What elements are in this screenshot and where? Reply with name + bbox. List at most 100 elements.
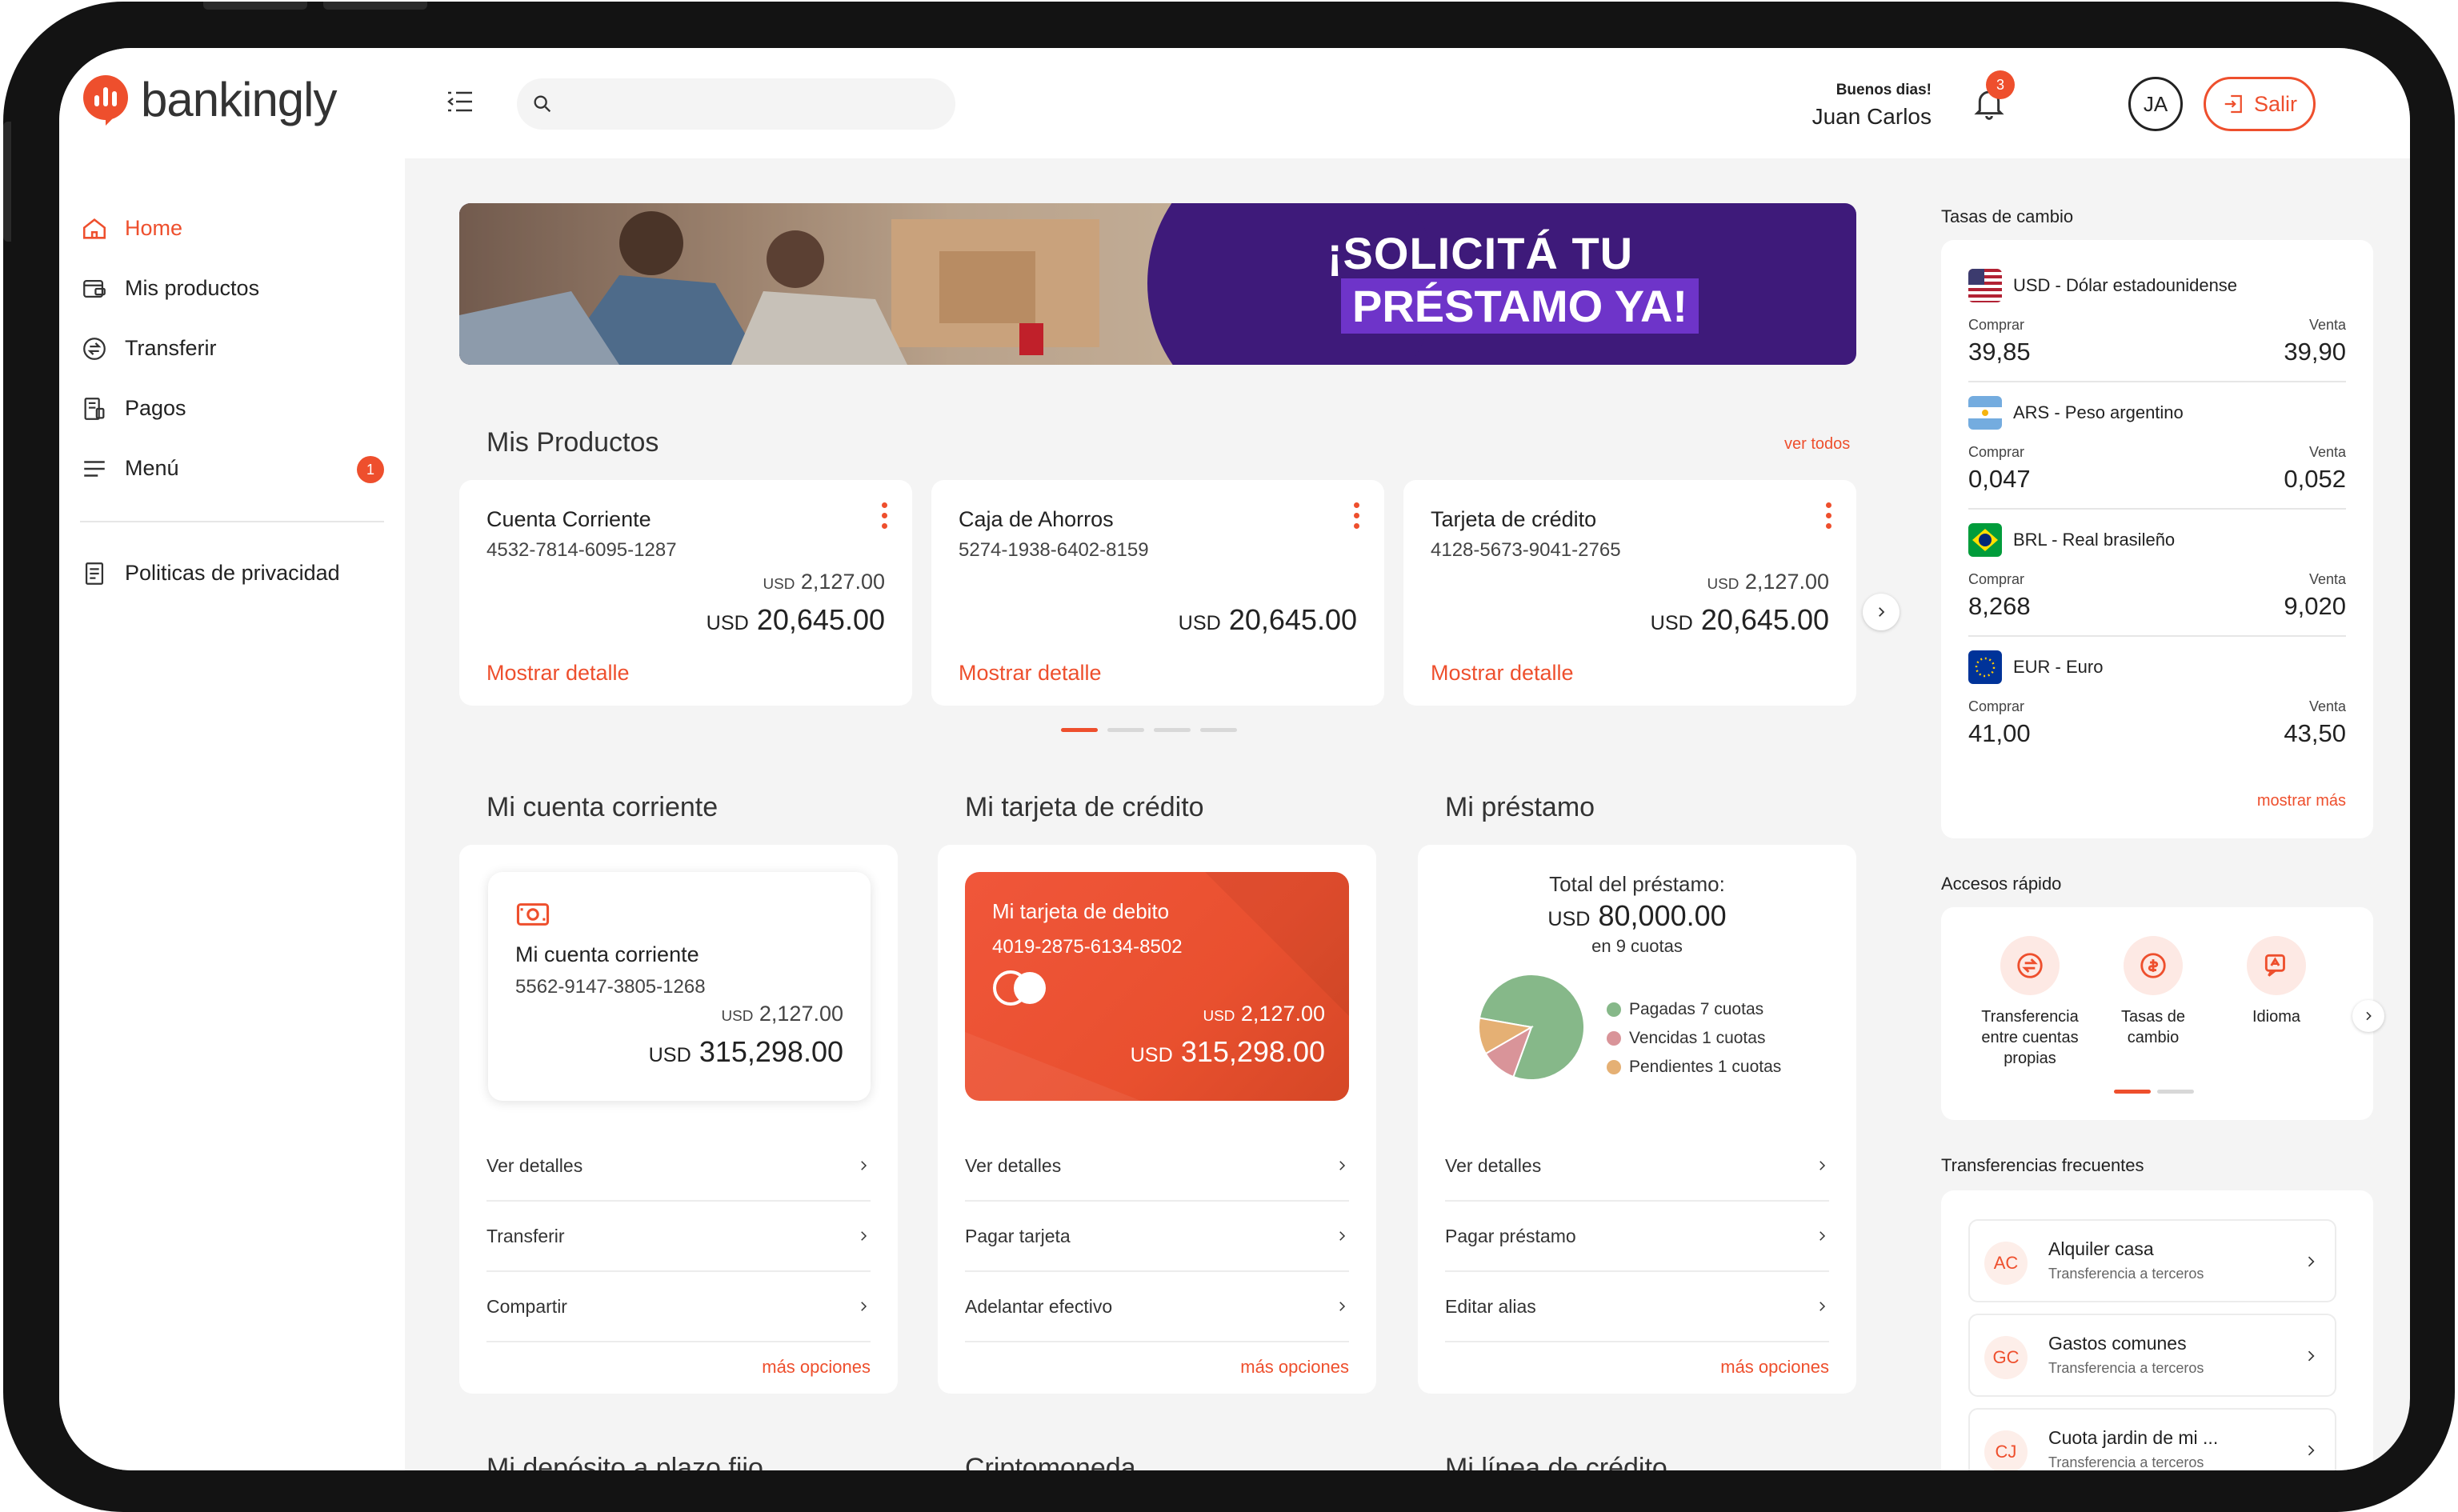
rate-header: ARS - Peso argentino — [1968, 396, 2184, 430]
legend-swatch — [1607, 1031, 1621, 1046]
more-vertical-icon[interactable] — [882, 502, 888, 530]
carousel-next-button[interactable] — [1863, 594, 1900, 630]
mostrar-mas-link[interactable]: mostrar más — [2257, 792, 2346, 810]
mostrar-detalle-link[interactable]: Mostrar detalle — [959, 661, 1102, 686]
more-vertical-icon[interactable] — [1354, 502, 1360, 530]
frequent-transfer-item[interactable]: GC Gastos comunes Transferencia a tercer… — [1968, 1314, 2336, 1397]
transfer-icon — [80, 334, 109, 363]
sidebar-item-mis-productos[interactable]: Mis productos — [80, 258, 384, 318]
quick-access-tasas[interactable]: Tasas de cambio — [2101, 936, 2205, 1048]
loan-total-label: Total del préstamo: — [1549, 872, 1725, 896]
sidebar-item-home[interactable]: Home — [80, 198, 384, 258]
sidebar-item-transferir[interactable]: Transferir — [80, 318, 384, 378]
legend-item: Pagadas 7 cuotas — [1607, 995, 1781, 1024]
product-card[interactable]: Caja de Ahorros 5274-1938-6402-8159 USD … — [931, 480, 1384, 706]
sidebar-item-privacidad[interactable]: Politicas de privacidad — [80, 543, 384, 603]
carousel-dots[interactable] — [1061, 728, 1237, 732]
product-balance: USD 20,645.00 — [706, 603, 885, 636]
more-vertical-icon[interactable] — [1826, 502, 1832, 530]
avatar[interactable]: JA — [2128, 77, 2183, 131]
quick-access-transferencia[interactable]: Transferencia entre cuentas propias — [1978, 936, 2082, 1069]
product-card[interactable]: Cuenta Corriente 4532-7814-6095-1287 USD… — [459, 480, 912, 706]
option-compartir[interactable]: Compartir — [486, 1272, 871, 1342]
option-adelantar-efectivo[interactable]: Adelantar efectivo — [965, 1272, 1349, 1342]
logo-icon — [82, 74, 130, 126]
transfer-type: Transferencia a terceros — [2048, 1454, 2204, 1470]
product-available: USD 2,127.00 — [1707, 570, 1829, 594]
transfer-name: Cuota jardin de mi ... — [2048, 1427, 2219, 1448]
sidebar-item-pagos[interactable]: Pagos — [80, 378, 384, 438]
option-ver-detalles[interactable]: Ver detalles — [965, 1131, 1349, 1202]
chevron-right-icon — [2308, 1445, 2315, 1456]
menu-badge: 1 — [357, 456, 384, 483]
power-button — [3, 122, 11, 242]
legend-item: Vencidas 1 cuotas — [1607, 1024, 1781, 1053]
option-ver-detalles[interactable]: Ver detalles — [1445, 1131, 1829, 1202]
collapse-menu-icon[interactable] — [446, 90, 474, 114]
option-ver-detalles[interactable]: Ver detalles — [486, 1131, 871, 1202]
sell-label: Venta — [2308, 571, 2346, 587]
logo[interactable]: bankingly — [82, 72, 338, 127]
buy-value: 8,268 — [1968, 592, 2031, 620]
account-card[interactable]: Mi cuenta corriente 5562-9147-3805-1268 … — [488, 872, 871, 1101]
rate-name: BRL - Real brasileño — [2013, 530, 2176, 550]
chevron-right-icon — [861, 1231, 867, 1241]
chevron-right-icon — [861, 1161, 867, 1170]
option-editar-alias[interactable]: Editar alias — [1445, 1272, 1829, 1342]
frequent-transfer-item[interactable]: AC Alquiler casa Transferencia a tercero… — [1968, 1219, 2336, 1302]
sell-label: Venta — [2308, 444, 2346, 460]
sell-value: 39,90 — [2284, 338, 2346, 366]
notification-badge: 3 — [1986, 70, 2015, 99]
product-card[interactable]: Tarjeta de crédito 4128-5673-9041-2765 U… — [1403, 480, 1856, 706]
banner-headline: ¡SOLICITÁ TU — [1327, 228, 1634, 278]
sell-value: 9,020 — [2284, 592, 2346, 620]
chevron-right-icon — [1339, 1302, 1346, 1311]
transfer-type: Transferencia a terceros — [2048, 1266, 2204, 1282]
sidebar: bankingly Home Mis productos Transferir … — [59, 48, 405, 1470]
chevron-right-icon — [861, 1302, 867, 1311]
sidebar-item-menu[interactable]: Menú 1 — [80, 438, 384, 498]
volume-button — [203, 2, 307, 10]
option-pagar-tarjeta[interactable]: Pagar tarjeta — [965, 1202, 1349, 1272]
card-name: Mi tarjeta de debito — [992, 899, 1170, 923]
frequent-transfer-item[interactable]: CJ Cuota jardin de mi ... Transferencia … — [1968, 1408, 2336, 1470]
logout-button[interactable]: Salir — [2204, 77, 2316, 131]
mostrar-detalle-link[interactable]: Mostrar detalle — [486, 661, 630, 686]
search-input[interactable] — [517, 78, 955, 130]
mis-productos-title: Mis Productos — [486, 427, 659, 458]
linea-credito-title: Mi línea de crédito — [1445, 1453, 1667, 1470]
product-name: Cuenta Corriente — [486, 507, 651, 531]
quick-access-next-button[interactable] — [2352, 1000, 2384, 1032]
transfer-icon — [2000, 936, 2060, 995]
promo-banner[interactable]: ¡SOLICITÁ TU PRÉSTAMO YA! — [459, 203, 1856, 365]
avatar: AC — [1984, 1242, 2028, 1285]
ver-todos-link[interactable]: ver todos — [1784, 435, 1850, 454]
mostrar-detalle-link[interactable]: Mostrar detalle — [1431, 661, 1574, 686]
option-pagar-prestamo[interactable]: Pagar préstamo — [1445, 1202, 1829, 1272]
mas-opciones-link[interactable]: más opciones — [1720, 1357, 1829, 1378]
quick-access-idioma[interactable]: Idioma — [2224, 936, 2328, 1027]
sidebar-item-label: Mis productos — [125, 276, 260, 300]
chevron-right-icon — [1819, 1302, 1826, 1311]
quick-access-dots[interactable] — [2114, 1090, 2194, 1094]
topbar: 3 Buenos dias! Juan Carlos JA Salir — [405, 48, 2410, 158]
account-name: Mi cuenta corriente — [515, 942, 699, 966]
chevron-right-icon — [2308, 1256, 2315, 1267]
product-available: USD 2,127.00 — [763, 570, 885, 594]
transfer-name: Alquiler casa — [2048, 1238, 2154, 1259]
divider — [1968, 381, 2346, 382]
loan-legend: Pagadas 7 cuotas Vencidas 1 cuotas Pendi… — [1607, 995, 1781, 1082]
mas-opciones-link[interactable]: más opciones — [762, 1357, 871, 1378]
sidebar-item-label: Politicas de privacidad — [125, 561, 340, 585]
credit-card[interactable]: Mi tarjeta de debito 4019-2875-6134-8502… — [965, 872, 1349, 1101]
sidebar-nav: Home Mis productos Transferir Pagos Menú… — [80, 198, 384, 603]
sell-value: 0,052 — [2284, 465, 2346, 493]
logo-text: bankingly — [141, 73, 338, 126]
product-balance: USD 20,645.00 — [1178, 603, 1357, 636]
mas-opciones-link[interactable]: más opciones — [1240, 1357, 1349, 1378]
frequent-transfers-card: AC Alquiler casa Transferencia a tercero… — [1941, 1190, 2373, 1470]
document-icon — [80, 559, 109, 588]
option-transferir[interactable]: Transferir — [486, 1202, 871, 1272]
product-name: Caja de Ahorros — [959, 507, 1114, 531]
accesos-title: Accesos rápido — [1941, 874, 2062, 894]
